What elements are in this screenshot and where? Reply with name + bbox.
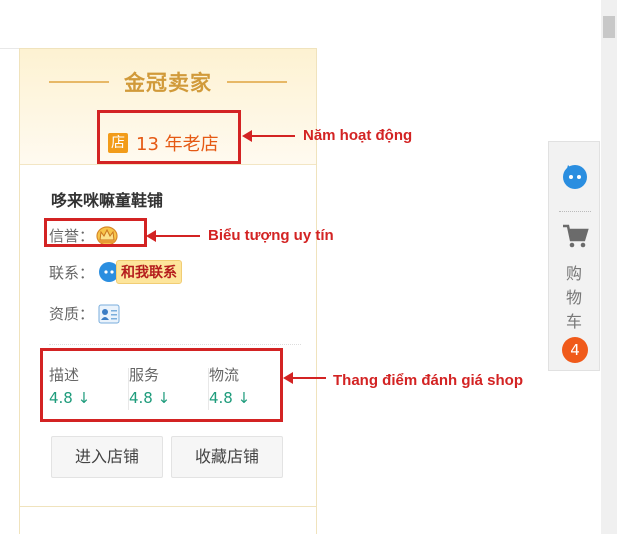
cart-count-badge: 4	[562, 337, 588, 363]
annotation-box-reputation	[44, 218, 147, 247]
contact-label: 联系：	[49, 263, 95, 282]
title-line-right	[227, 81, 288, 83]
card-bottom-border	[20, 506, 316, 507]
qualification-row: 资质：	[49, 303, 120, 324]
contact-me-label: 和我联系	[116, 260, 183, 284]
crown-seller-label: 金冠卖家	[124, 71, 212, 95]
contact-row: 联系： 和我联系	[49, 260, 183, 284]
scrollbar-thumb[interactable]	[603, 16, 615, 38]
shop-name[interactable]: 哆来咪嘛童鞋铺	[51, 187, 163, 211]
enter-store-button[interactable]: 进入店铺	[51, 436, 163, 478]
scrollbar-track[interactable]	[601, 0, 617, 534]
section-divider	[49, 344, 301, 345]
contact-me-button[interactable]: 和我联系	[98, 260, 183, 284]
top-divider	[0, 48, 20, 49]
crown-seller-title: 金冠卖家	[20, 67, 316, 97]
wangwang-chat-icon[interactable]	[561, 162, 589, 190]
id-card-icon[interactable]	[98, 304, 120, 324]
cart-label[interactable]: 购物车	[549, 262, 599, 334]
annotation-years: Năm hoạt động	[303, 127, 413, 144]
sidebar-divider	[559, 211, 591, 212]
annotation-arrow-years	[242, 130, 295, 142]
cart-label-text: 购物车	[566, 264, 583, 331]
annotation-reputation: Biểu tượng uy tín	[208, 227, 334, 244]
annotation-box-scores	[40, 348, 283, 422]
qualification-label: 资质：	[49, 305, 95, 323]
annotation-scores: Thang điểm đánh giá shop	[333, 372, 524, 389]
title-line-left	[48, 81, 109, 83]
floating-sidebar: 购物车 4	[548, 141, 600, 371]
favorite-store-button[interactable]: 收藏店铺	[171, 436, 283, 478]
annotation-arrow-scores	[283, 372, 326, 384]
annotation-arrow-reputation	[146, 230, 200, 242]
annotation-box-years	[97, 110, 241, 164]
shopping-cart-icon[interactable]	[561, 222, 589, 250]
